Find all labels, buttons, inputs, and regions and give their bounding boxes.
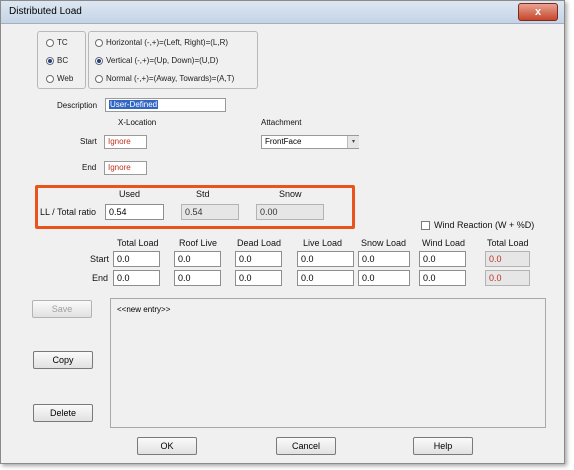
col-total-load: Total Load (117, 238, 159, 248)
wind-reaction-checkbox[interactable] (421, 221, 430, 230)
end-roof-live[interactable]: 0.0 (174, 270, 221, 286)
radio-horizontal-label: Horizontal (-,+)=(Left, Right)=(L,R) (106, 38, 229, 47)
help-button[interactable]: Help (413, 437, 473, 455)
attachment-value: FrontFace (265, 137, 302, 146)
radio-horizontal-dot[interactable] (95, 38, 103, 47)
start-wind-load[interactable]: 0.0 (419, 251, 466, 267)
std-label: Std (196, 189, 210, 199)
title-bar[interactable]: Distributed Load x (1, 1, 564, 24)
end-load-label: End (92, 273, 109, 283)
col-dead-load: Dead Load (237, 238, 282, 248)
entries-list[interactable]: <<new entry>> (110, 298, 546, 428)
ll-ratio-label: LL / Total ratio (40, 207, 97, 217)
delete-button[interactable]: Delete (33, 404, 93, 422)
chevron-down-icon[interactable]: ▾ (347, 136, 359, 148)
end-location-input[interactable]: Ignore (104, 161, 147, 175)
end-wind-load[interactable]: 0.0 (419, 270, 466, 286)
radio-tc-dot[interactable] (46, 38, 54, 47)
start-load-label: Start (90, 254, 110, 264)
copy-button[interactable]: Copy (33, 351, 93, 369)
snow-ratio-field: 0.00 (256, 204, 324, 220)
radio-bc-dot[interactable] (46, 56, 54, 65)
wind-reaction-label: Wind Reaction (W + %D) (434, 220, 535, 230)
radio-web-dot[interactable] (46, 74, 54, 83)
start-roof-live[interactable]: 0.0 (174, 251, 221, 267)
radio-bc[interactable]: BC (46, 56, 68, 65)
list-item[interactable]: <<new entry>> (117, 305, 170, 314)
snow-label: Snow (279, 189, 302, 199)
used-ratio-input[interactable]: 0.54 (105, 204, 164, 220)
col-roof-live: Roof Live (179, 238, 218, 248)
end-snow-load[interactable]: 0.0 (358, 270, 410, 286)
radio-tc-label: TC (57, 38, 68, 47)
end-total-load[interactable]: 0.0 (113, 270, 160, 286)
end-dead-load[interactable]: 0.0 (235, 270, 282, 286)
end-total-load-result: 0.0 (485, 270, 530, 286)
start-location-label: Start (80, 137, 97, 146)
end-live-load[interactable]: 0.0 (297, 270, 354, 286)
radio-bc-label: BC (57, 56, 69, 65)
xlocation-header: X-Location (118, 118, 157, 127)
std-ratio-field: 0.54 (181, 204, 239, 220)
attachment-combo[interactable]: FrontFace (261, 135, 359, 149)
radio-normal-label: Normal (-,+)=(Away, Towards)=(A,T) (106, 74, 235, 83)
cancel-button[interactable]: Cancel (276, 437, 336, 455)
col-snow-load: Snow Load (361, 238, 407, 248)
description-label: Description (57, 101, 98, 110)
description-input[interactable]: User-Defined (105, 98, 226, 112)
radio-normal[interactable]: Normal (-,+)=(Away, Towards)=(A,T) (95, 74, 234, 83)
start-snow-load[interactable]: 0.0 (358, 251, 410, 267)
close-button[interactable]: x (518, 3, 558, 21)
start-live-load[interactable]: 0.0 (297, 251, 354, 267)
distributed-load-dialog: Distributed Load x TC BC Web Horizontal … (0, 0, 565, 464)
start-location-input[interactable]: Ignore (104, 135, 147, 149)
end-location-label: End (82, 163, 97, 172)
save-button[interactable]: Save (32, 300, 92, 318)
radio-vertical-label: Vertical (-,+)=(Up, Down)=(U,D) (106, 56, 219, 65)
col-total-load-right: Total Load (487, 238, 529, 248)
radio-normal-dot[interactable] (95, 74, 103, 83)
direction-group: Horizontal (-,+)=(Left, Right)=(L,R) Ver… (88, 31, 258, 89)
radio-horizontal[interactable]: Horizontal (-,+)=(Left, Right)=(L,R) (95, 38, 228, 47)
radio-vertical-dot[interactable] (95, 56, 103, 65)
radio-tc[interactable]: TC (46, 38, 68, 47)
attachment-label: Attachment (261, 118, 302, 127)
ok-button[interactable]: OK (137, 437, 197, 455)
start-dead-load[interactable]: 0.0 (235, 251, 282, 267)
radio-web-label: Web (57, 74, 74, 83)
col-live-load: Live Load (303, 238, 343, 248)
close-icon: x (534, 6, 542, 18)
face-group: TC BC Web (37, 31, 86, 89)
start-total-load-result: 0.0 (485, 251, 530, 267)
used-label: Used (119, 189, 141, 199)
col-wind-load: Wind Load (422, 238, 466, 248)
start-total-load[interactable]: 0.0 (113, 251, 160, 267)
window-title: Distributed Load (9, 6, 82, 17)
radio-web[interactable]: Web (46, 74, 73, 83)
radio-vertical[interactable]: Vertical (-,+)=(Up, Down)=(U,D) (95, 56, 218, 65)
description-value: User-Defined (109, 100, 159, 109)
